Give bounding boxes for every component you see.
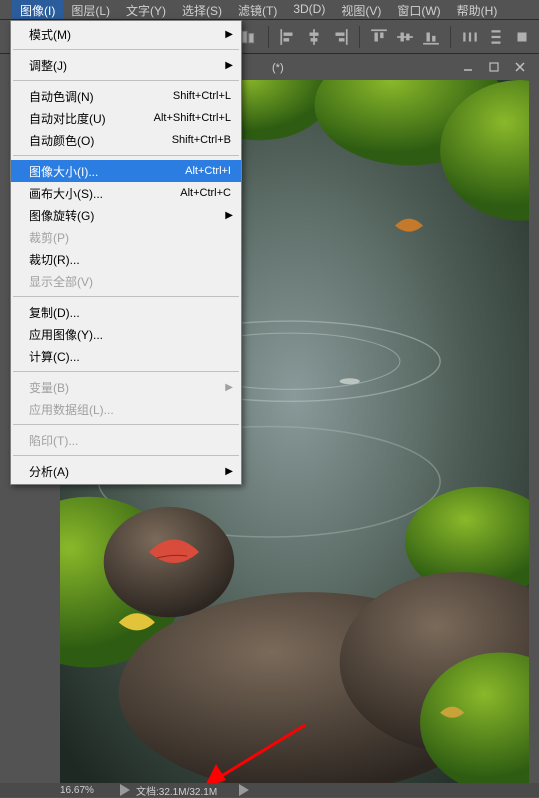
menu-separator — [13, 371, 239, 372]
menu-separator — [13, 296, 239, 297]
menubar-item-window[interactable]: 窗口(W) — [389, 0, 448, 19]
align-hcenter-icon[interactable] — [303, 26, 325, 48]
menu-item-image-size[interactable]: 图像大小(I)...Alt+Ctrl+I — [11, 160, 241, 182]
menu-item-auto-contrast[interactable]: 自动对比度(U)Alt+Shift+Ctrl+L — [11, 107, 241, 129]
menu-item-analysis[interactable]: 分析(A)▶ — [11, 460, 241, 482]
maximize-button[interactable] — [481, 57, 507, 77]
menu-separator — [13, 455, 239, 456]
menu-item-reveal-all: 显示全部(V) — [11, 270, 241, 292]
menubar-item-filter[interactable]: 滤镜(T) — [230, 0, 285, 19]
menu-item-apply-image[interactable]: 应用图像(Y)... — [11, 323, 241, 345]
menubar-item-view[interactable]: 视图(V) — [333, 0, 389, 19]
menu-item-apply-dataset: 应用数据组(L)... — [11, 398, 241, 420]
menu-item-auto-color[interactable]: 自动颜色(O)Shift+Ctrl+B — [11, 129, 241, 151]
menu-item-calculations[interactable]: 计算(C)... — [11, 345, 241, 367]
align-bottom-icon[interactable] — [420, 26, 442, 48]
menu-item-mode[interactable]: 模式(M)▶ — [11, 23, 241, 45]
submenu-arrow-icon: ▶ — [225, 29, 233, 40]
minimize-button[interactable] — [455, 57, 481, 77]
menubar-item-image[interactable]: 图像(I) — [12, 0, 63, 19]
menu-separator — [13, 80, 239, 81]
menu-item-crop: 裁剪(P) — [11, 226, 241, 248]
align-vcenter-icon[interactable] — [394, 26, 416, 48]
document-tab[interactable]: (*) — [260, 58, 296, 78]
submenu-arrow-icon: ▶ — [225, 210, 233, 221]
submenu-arrow-icon: ▶ — [225, 60, 233, 71]
distribute-h-icon[interactable] — [459, 26, 481, 48]
menu-item-auto-tone[interactable]: 自动色调(N)Shift+Ctrl+L — [11, 85, 241, 107]
menu-item-duplicate[interactable]: 复制(D)... — [11, 301, 241, 323]
status-bar: 16.67% 文档:32.1M/32.1M — [0, 783, 539, 797]
zoom-level[interactable]: 16.67% — [60, 785, 118, 796]
menubar: 图像(I) 图层(L) 文字(Y) 选择(S) 滤镜(T) 3D(D) 视图(V… — [0, 0, 539, 20]
menu-separator — [13, 49, 239, 50]
close-button[interactable] — [507, 57, 533, 77]
menubar-item-type[interactable]: 文字(Y) — [118, 0, 174, 19]
align-left-icon[interactable] — [277, 26, 299, 48]
menubar-item-select[interactable]: 选择(S) — [174, 0, 230, 19]
submenu-arrow-icon: ▶ — [225, 382, 233, 393]
submenu-arrow-icon: ▶ — [225, 466, 233, 477]
menu-separator — [13, 155, 239, 156]
menubar-item-3d[interactable]: 3D(D) — [285, 0, 333, 19]
distribute-v-icon[interactable] — [485, 26, 507, 48]
menu-item-variables: 变量(B)▶ — [11, 376, 241, 398]
menu-item-canvas-size[interactable]: 画布大小(S)...Alt+Ctrl+C — [11, 182, 241, 204]
menu-item-image-rotation[interactable]: 图像旋转(G)▶ — [11, 204, 241, 226]
menubar-item-help[interactable]: 帮助(H) — [449, 0, 506, 19]
image-menu-dropdown: 模式(M)▶ 调整(J)▶ 自动色调(N)Shift+Ctrl+L 自动对比度(… — [10, 20, 242, 485]
menu-item-adjustments[interactable]: 调整(J)▶ — [11, 54, 241, 76]
distribute-icon[interactable] — [511, 26, 533, 48]
align-top-icon[interactable] — [368, 26, 390, 48]
menu-separator — [13, 424, 239, 425]
document-size-label: 文档:32.1M/32.1M — [132, 783, 217, 798]
menubar-item-layer[interactable]: 图层(L) — [63, 0, 118, 19]
window-controls — [455, 57, 533, 77]
align-right-icon[interactable] — [329, 26, 351, 48]
status-divider-icon — [118, 783, 132, 797]
status-divider-icon — [237, 783, 251, 797]
menu-item-trap: 陷印(T)... — [11, 429, 241, 451]
menu-item-trim[interactable]: 裁切(R)... — [11, 248, 241, 270]
